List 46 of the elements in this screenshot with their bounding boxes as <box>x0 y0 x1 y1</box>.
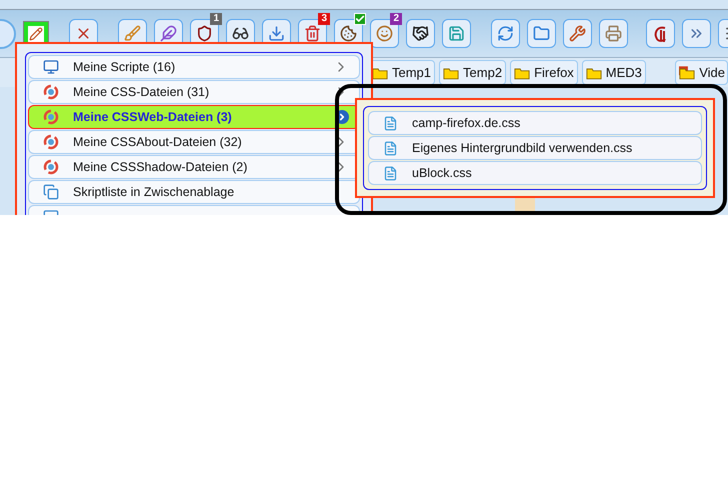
bookmark-folder[interactable]: Firefox <box>510 60 578 85</box>
folder-icon <box>372 66 388 80</box>
bookmark-folder[interactable]: Vide <box>675 60 728 85</box>
pencil-icon <box>28 26 44 42</box>
menu-item[interactable]: Meine Scripte (16) <box>28 55 360 79</box>
file-icon <box>383 166 398 180</box>
count-badge: 2 <box>390 13 402 25</box>
count-badge: 3 <box>318 13 330 25</box>
wrench-icon <box>569 25 586 42</box>
monitor-icon <box>43 59 59 75</box>
bookmark-folder[interactable]: Temp2 <box>439 60 506 85</box>
save-icon <box>448 25 465 42</box>
refresh-icon <box>497 25 514 42</box>
download-icon <box>268 25 285 42</box>
submenu-item[interactable]: camp-firefox.de.css <box>368 111 702 135</box>
submenu-item[interactable]: Eigenes Hintergrundbild verwenden.css <box>368 136 702 160</box>
trash-icon <box>304 25 321 42</box>
count-badge: 1 <box>210 13 222 25</box>
handshake-icon <box>412 25 429 42</box>
menu-item[interactable]: Skriptliste in Zwischenablage <box>28 180 360 204</box>
brush-icon <box>124 25 141 42</box>
shield-icon <box>196 25 213 42</box>
ring-icon <box>43 109 59 125</box>
folder-icon <box>514 66 530 80</box>
file-icon <box>383 140 398 156</box>
bookmark-folder[interactable]: MED3 <box>582 60 646 85</box>
ring-icon <box>43 84 59 100</box>
glasses-icon <box>232 25 249 42</box>
submenu-item[interactable]: uBlock.css <box>368 161 702 185</box>
folder-icon <box>533 25 550 42</box>
folder-icon <box>443 66 460 80</box>
menu-item[interactable]: Meine CSS-Dateien (31) <box>28 80 360 104</box>
cookie-icon <box>340 25 357 42</box>
copy-icon <box>43 184 59 200</box>
toolbar-button[interactable] <box>370 19 399 48</box>
toolbar-button[interactable] <box>406 19 435 48</box>
feather-icon <box>160 25 177 42</box>
file-icon <box>383 116 398 130</box>
folder-icon <box>586 66 602 80</box>
toolbar-button[interactable] <box>646 19 675 48</box>
video-folder-icon <box>679 66 696 80</box>
ring-icon <box>43 134 59 150</box>
check-badge-icon <box>354 13 366 25</box>
printer-icon <box>605 25 622 42</box>
smile-icon <box>376 25 393 42</box>
ring-icon <box>43 159 59 175</box>
